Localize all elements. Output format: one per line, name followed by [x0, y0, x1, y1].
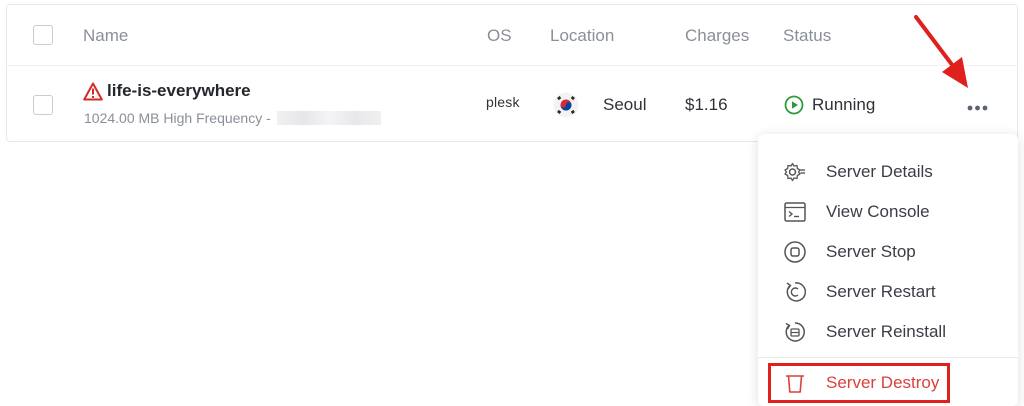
menu-divider: [758, 357, 1018, 358]
server-name: life-is-everywhere: [107, 81, 251, 100]
server-plan-text: 1024.00 MB High Frequency -: [84, 110, 271, 126]
south-korea-flag-icon: [553, 92, 579, 118]
menu-item-server-details[interactable]: Server Details: [758, 152, 1018, 192]
status-text: Running: [812, 95, 876, 114]
menu-item-label: Server Details: [826, 162, 933, 181]
reinstall-icon: [785, 322, 805, 342]
select-all-checkbox[interactable]: [33, 25, 53, 45]
os-logo-plesk: plesk: [486, 94, 520, 110]
column-header-os[interactable]: OS: [487, 26, 512, 46]
menu-item-label: Server Restart: [826, 282, 936, 301]
annotation-highlight-box: [768, 363, 950, 403]
table-row[interactable]: life-is-everywhere 1024.00 MB High Frequ…: [7, 65, 1017, 143]
server-location: Seoul: [603, 95, 647, 114]
column-header-name[interactable]: Name: [83, 26, 128, 46]
menu-item-server-stop[interactable]: Server Stop: [758, 232, 1018, 272]
menu-item-label: View Console: [826, 202, 930, 221]
column-header-charges[interactable]: Charges: [685, 26, 749, 46]
stop-icon: [784, 241, 806, 263]
server-name-link[interactable]: life-is-everywhere: [83, 81, 251, 101]
menu-item-server-reinstall[interactable]: Server Reinstall: [758, 312, 1018, 352]
gear-list-icon: [784, 162, 805, 182]
menu-item-server-restart[interactable]: Server Restart: [758, 272, 1018, 312]
restart-icon: [786, 282, 807, 302]
console-icon: [784, 202, 806, 222]
server-actions-menu: Server Details View Console Server Stop …: [758, 134, 1018, 406]
more-horizontal-icon: [967, 105, 988, 111]
warning-triangle-icon: [83, 82, 103, 100]
server-charges: $1.16: [685, 95, 728, 114]
more-options-button[interactable]: [965, 100, 991, 111]
column-header-location[interactable]: Location: [550, 26, 614, 46]
annotation-arrow: [914, 15, 968, 88]
menu-item-view-console[interactable]: View Console: [758, 192, 1018, 232]
row-checkbox[interactable]: [33, 95, 53, 115]
running-play-icon: [784, 95, 804, 115]
column-header-status[interactable]: Status: [783, 26, 831, 46]
menu-item-label: Server Reinstall: [826, 322, 946, 341]
servers-table: Name OS Location Charges Status life-is-…: [6, 4, 1018, 142]
status-badge: Running: [784, 95, 875, 115]
server-plan: 1024.00 MB High Frequency -: [84, 110, 381, 126]
menu-item-label: Server Stop: [826, 242, 916, 261]
redacted-ip: [276, 111, 381, 125]
table-header: Name OS Location Charges Status: [7, 5, 1017, 66]
